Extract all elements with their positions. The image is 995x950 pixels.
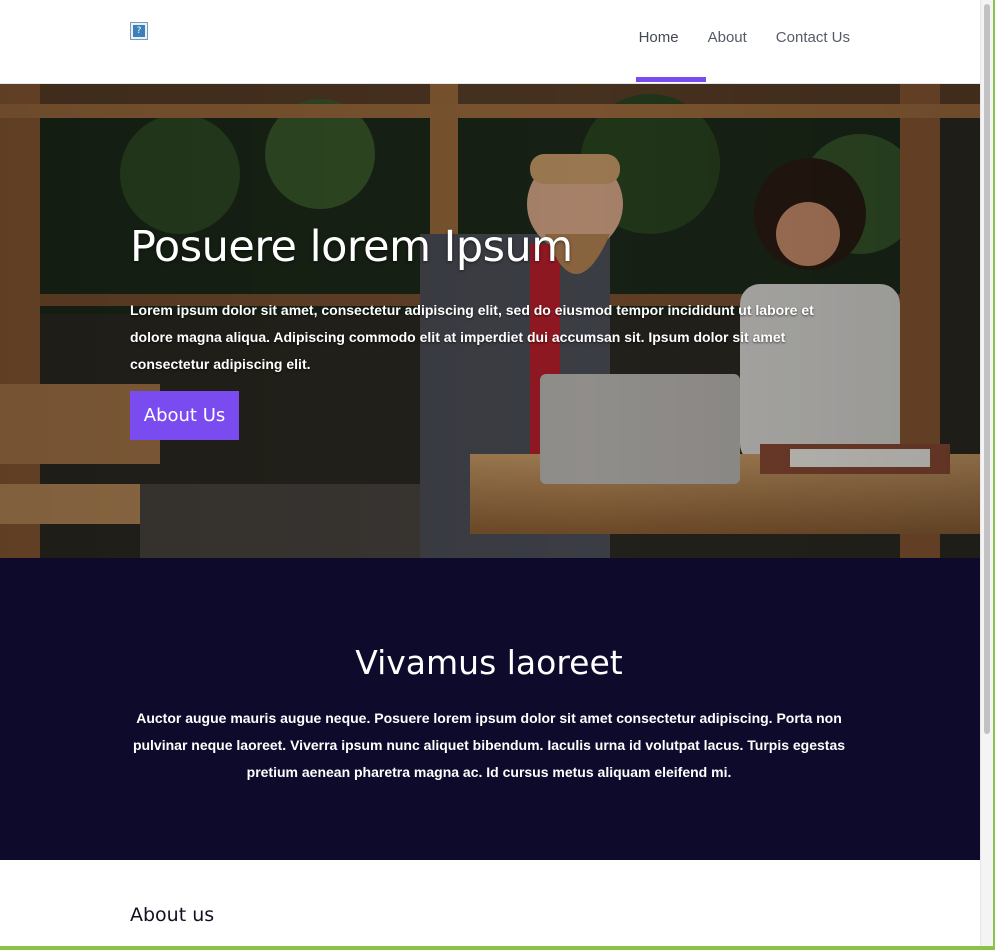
nav-item-home[interactable]: Home	[639, 0, 679, 54]
logo-placeholder-glyph: ?	[133, 25, 145, 37]
site-header: ? Home About Contact Us	[0, 0, 980, 84]
nav-item-contact-us[interactable]: Contact Us	[776, 0, 850, 54]
hero-section: Posuere lorem Ipsum Lorem ipsum dolor si…	[0, 84, 980, 558]
hero-title: Posuere lorem Ipsum	[130, 222, 573, 272]
vertical-scrollbar[interactable]	[980, 0, 993, 946]
feature-paragraph: Auctor augue mauris augue neque. Posuere…	[132, 710, 846, 780]
main-nav: Home About Contact Us	[610, 0, 850, 83]
feature-section: Vivamus laoreet Auctor augue mauris augu…	[0, 558, 980, 860]
about-us-button[interactable]: About Us	[130, 391, 239, 440]
feature-title: Vivamus laoreet	[355, 643, 623, 682]
scrollbar-thumb[interactable]	[984, 4, 990, 734]
hero-paragraph: Lorem ipsum dolor sit amet, consectetur …	[130, 302, 814, 372]
active-nav-indicator	[636, 77, 706, 82]
about-heading: About us	[130, 904, 215, 926]
browser-viewport: ? Home About Contact Us Posuere lorem Ip…	[0, 0, 980, 946]
nav-item-about[interactable]: About	[708, 0, 747, 54]
about-section: About us	[0, 860, 980, 946]
broken-image-logo-icon[interactable]: ?	[130, 22, 148, 40]
